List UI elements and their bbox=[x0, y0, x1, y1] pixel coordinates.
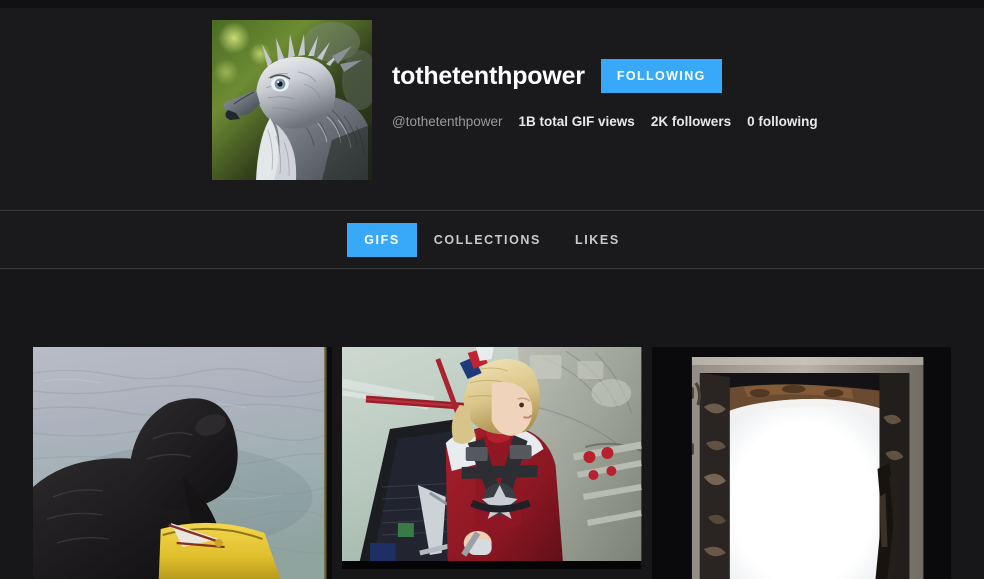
profile-tabs: GIFS COLLECTIONS LIKES bbox=[0, 212, 984, 269]
tab-collections[interactable]: COLLECTIONS bbox=[417, 223, 558, 257]
pilot-in-cockpit-thumbnail bbox=[342, 347, 642, 569]
gif-card[interactable] bbox=[33, 347, 333, 579]
name-row: tothetenthpower FOLLOWING bbox=[392, 56, 818, 96]
avatar[interactable] bbox=[212, 20, 372, 180]
tab-likes[interactable]: LIKES bbox=[558, 223, 637, 257]
stat-followers[interactable]: 2K followers bbox=[651, 114, 731, 129]
tab-gifs[interactable]: GIFS bbox=[347, 223, 417, 257]
avatar-image bbox=[212, 20, 372, 180]
gif-grid bbox=[33, 347, 951, 579]
profile-handle: @tothetenthpower bbox=[392, 114, 503, 129]
profile-info: tothetenthpower FOLLOWING @tothetenthpow… bbox=[392, 56, 818, 129]
top-strip bbox=[0, 0, 984, 8]
page-title: tothetenthpower bbox=[392, 61, 585, 90]
profile-page: tothetenthpower FOLLOWING @tothetenthpow… bbox=[0, 0, 984, 579]
follow-button[interactable]: FOLLOWING bbox=[600, 59, 722, 93]
gallery-toolbar: FEED VIEW ALL GIFS 1988 bbox=[0, 269, 984, 579]
stats-row: @tothetenthpower 1B total GIF views 2K f… bbox=[392, 114, 818, 129]
gif-card[interactable] bbox=[651, 347, 951, 579]
profile-header: tothetenthpower FOLLOWING @tothetenthpow… bbox=[0, 8, 984, 211]
stat-following[interactable]: 0 following bbox=[747, 114, 818, 129]
sea-lion-climbing-kayak-thumbnail bbox=[33, 347, 333, 579]
gif-card[interactable] bbox=[342, 347, 642, 569]
bright-doorway-thumbnail bbox=[651, 347, 951, 579]
stat-total-gif-views: 1B total GIF views bbox=[518, 114, 635, 129]
